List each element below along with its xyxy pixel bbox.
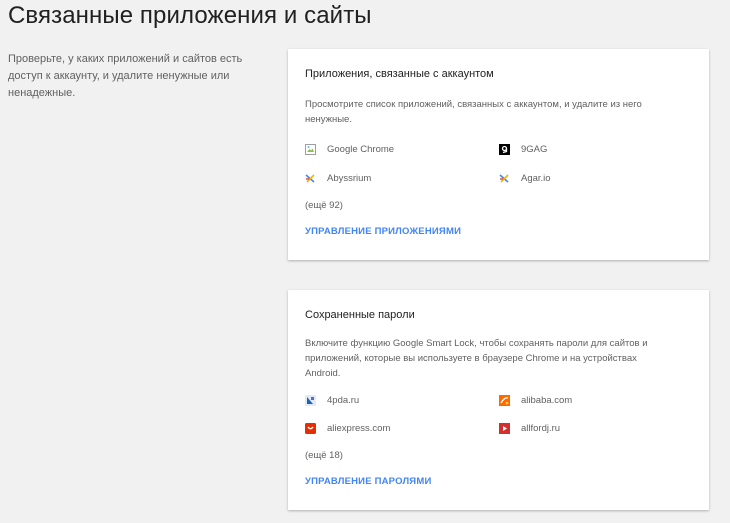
password-item-alibaba[interactable]: alibaba.com [499, 395, 572, 406]
password-item-allfordj[interactable]: allfordj.ru [499, 423, 560, 434]
app-name: Abyssrium [327, 173, 372, 184]
9gag-icon [499, 144, 510, 155]
password-item-aliexpress[interactable]: aliexpress.com [305, 423, 390, 434]
saved-passwords-card: Сохраненные пароли Включите функцию Goog… [288, 290, 709, 510]
site-name: alibaba.com [521, 395, 573, 406]
allfordj-icon [499, 423, 510, 434]
app-name: Google Chrome [327, 144, 395, 155]
puzzle-icon [305, 173, 316, 184]
app-name: Agar.io [521, 173, 551, 184]
app-name: 9GAG [521, 144, 548, 155]
aliexpress-icon [305, 423, 316, 434]
manage-apps-link[interactable]: УПРАВЛЕНИЕ ПРИЛОЖЕНИЯМИ [305, 226, 461, 237]
linked-apps-card: Приложения, связанные с аккаунтом Просмо… [288, 49, 709, 260]
card-description: Включите функцию Google Smart Lock, чтоб… [305, 338, 648, 379]
4pda-icon [305, 395, 316, 406]
app-item-agar-io[interactable]: Agar.io [499, 173, 551, 184]
puzzle-icon [499, 173, 510, 184]
page: Связанные приложения и сайты Проверьте, … [0, 0, 730, 523]
app-item-google-chrome[interactable]: Google Chrome [305, 144, 394, 155]
card-title: Сохраненные пароли [305, 309, 415, 321]
app-item-9gag[interactable]: 9GAG [499, 144, 547, 155]
alibaba-icon [499, 395, 510, 406]
site-name: aliexpress.com [327, 423, 391, 434]
card-description: Просмотрите список приложений, связанных… [305, 99, 642, 125]
page-title: Связанные приложения и сайты [8, 2, 372, 29]
manage-passwords-link[interactable]: УПРАВЛЕНИЕ ПАРОЛЯМИ [305, 476, 431, 487]
page-intro: Проверьте, у каких приложений и сайтов е… [8, 53, 243, 99]
app-item-abyssrium[interactable]: Abyssrium [305, 173, 371, 184]
more-count: (ещё 92) [305, 200, 343, 211]
card-title: Приложения, связанные с аккаунтом [305, 68, 494, 80]
broken-image-icon [305, 144, 316, 155]
password-item-4pda[interactable]: 4pda.ru [305, 395, 359, 406]
site-name: 4pda.ru [327, 395, 360, 406]
site-name: allfordj.ru [521, 423, 561, 434]
more-count: (ещё 18) [305, 450, 343, 461]
